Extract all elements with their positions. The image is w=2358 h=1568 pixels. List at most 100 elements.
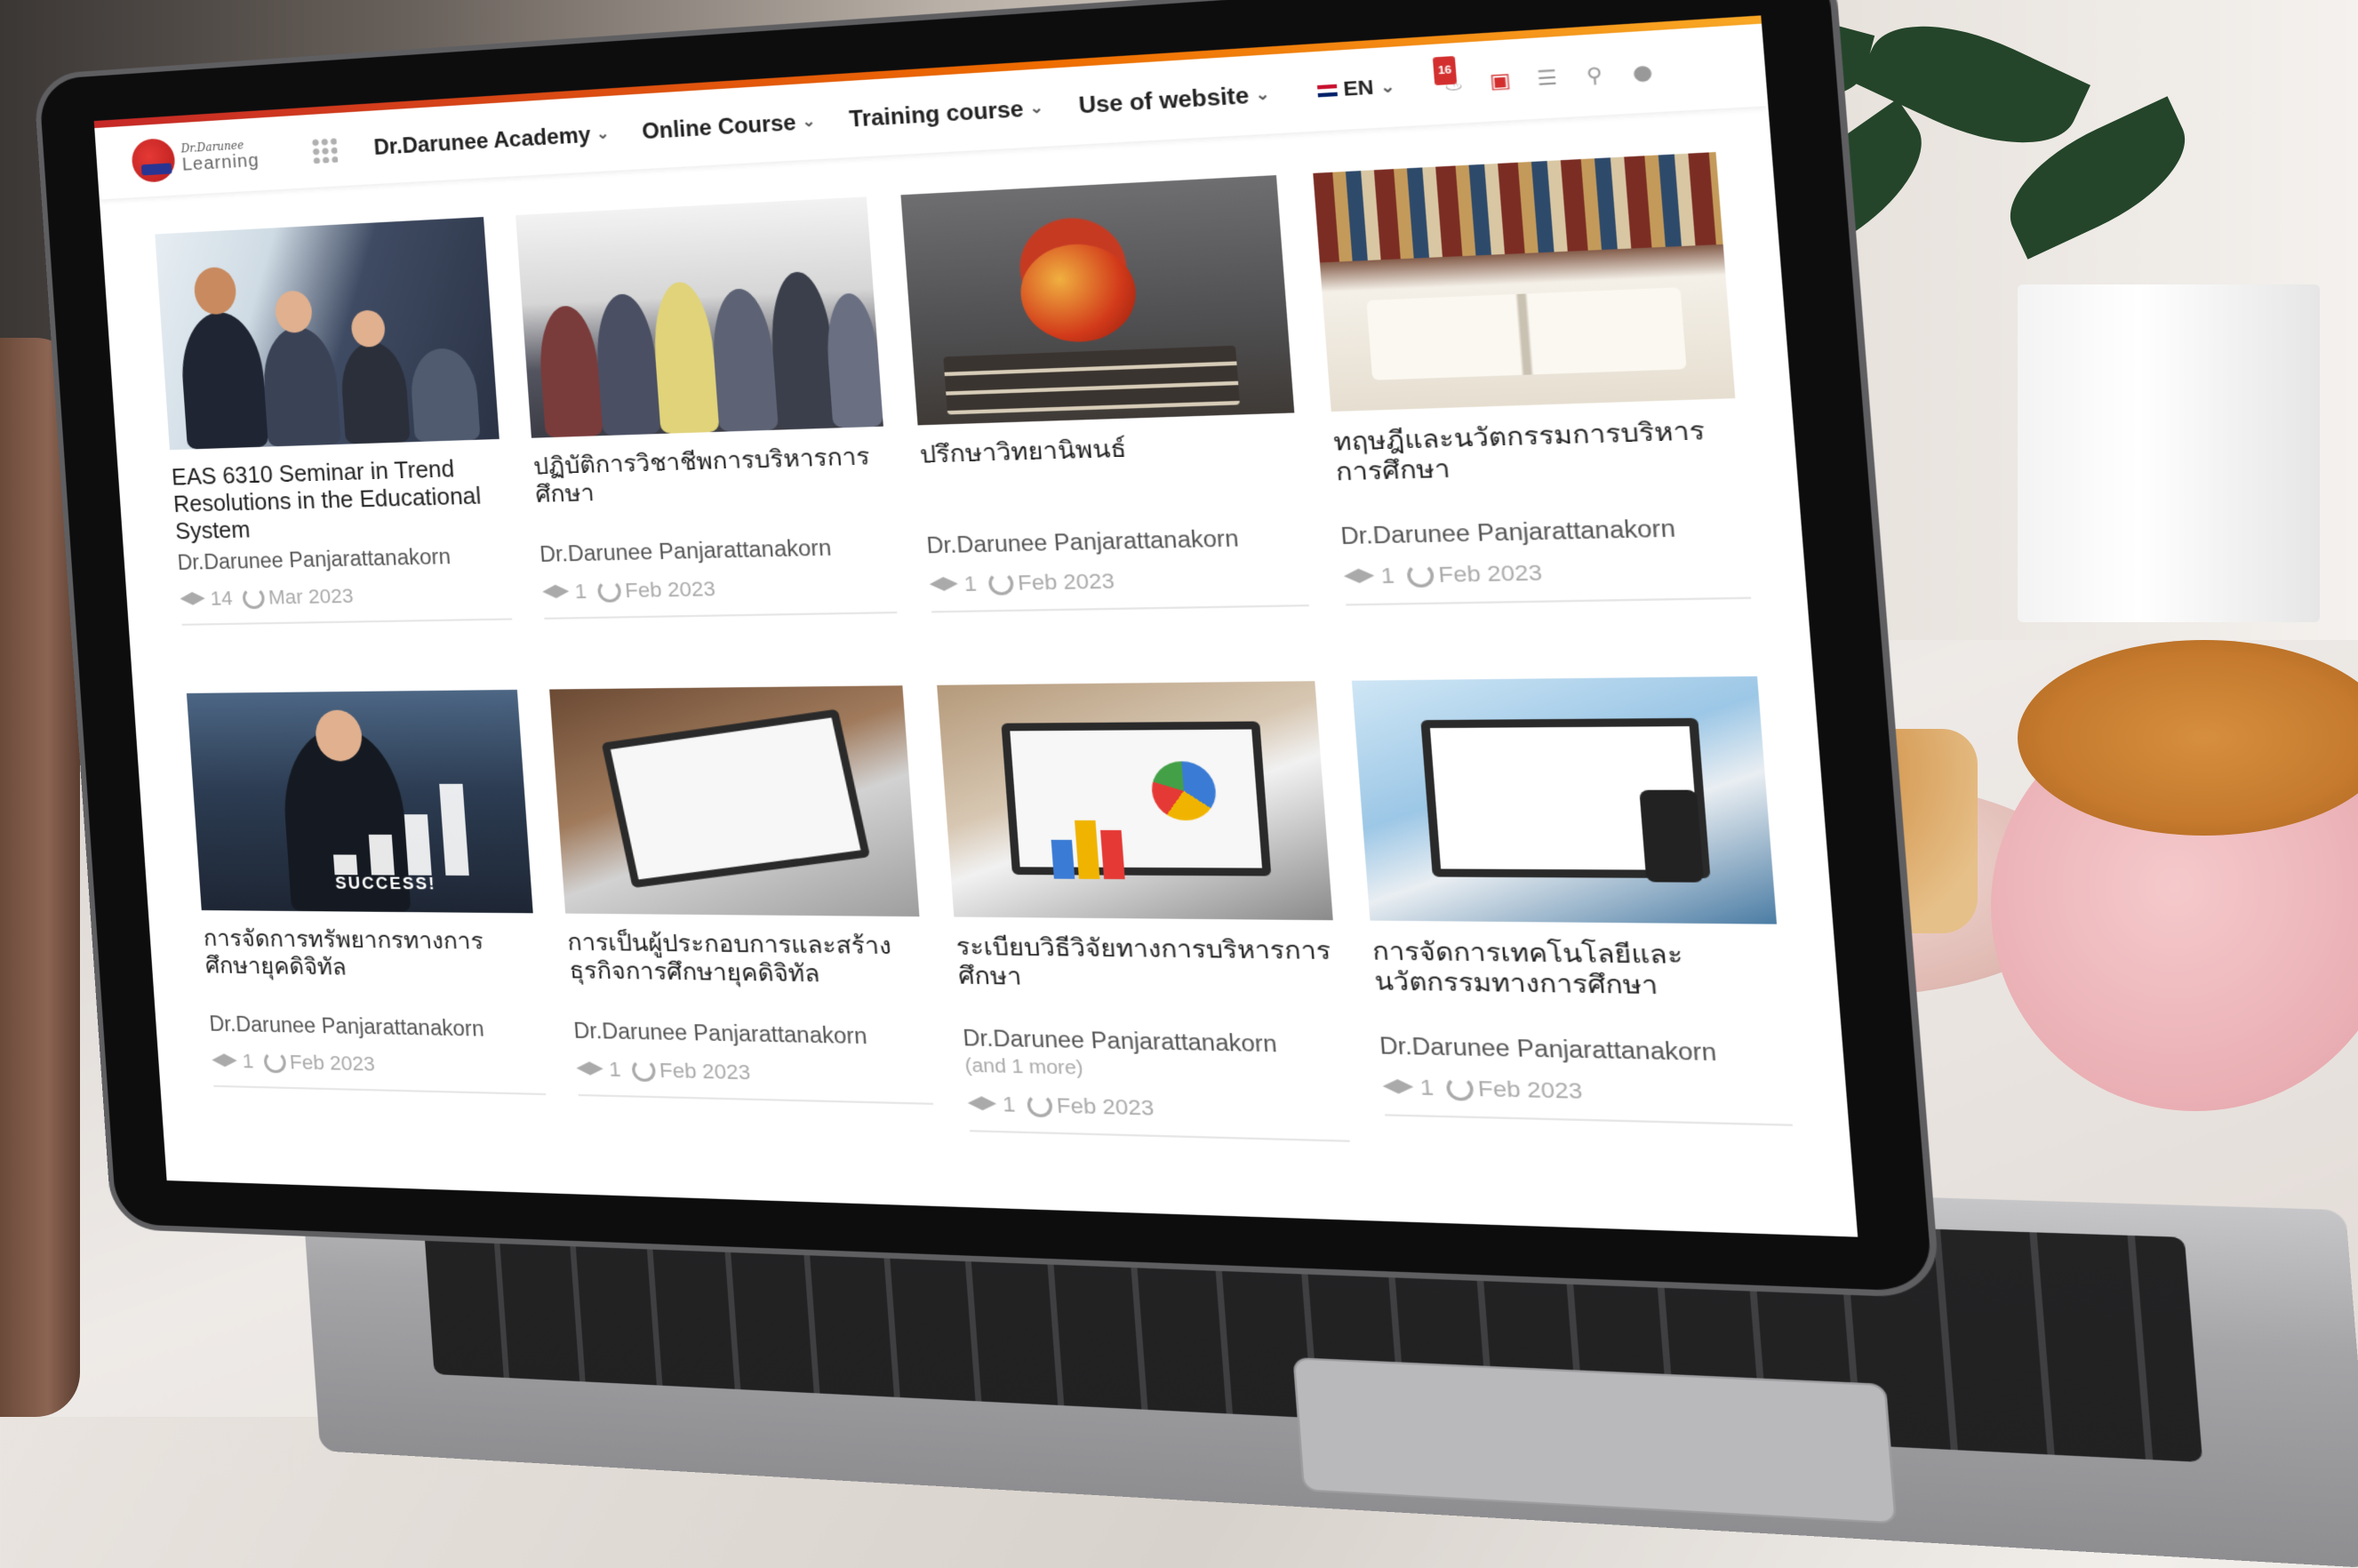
course-thumbnail-success[interactable]: SUCCESS! xyxy=(187,690,533,913)
course-card[interactable]: ระเบียบวิธีวิจัยทางการบริหารการศึกษา Dr.… xyxy=(937,681,1350,1150)
student-count: 1 xyxy=(574,580,588,604)
course-author[interactable]: Dr.Darunee Panjarattanakorn xyxy=(962,1025,1343,1059)
course-date: Feb 2023 xyxy=(659,1059,751,1085)
course-card[interactable]: การเป็นผู้ประกอบการและสร้างธุรกิจการศึกษ… xyxy=(549,685,936,1139)
graduation-cap-icon xyxy=(967,1096,997,1112)
chart-bar-image xyxy=(1100,830,1125,879)
more-authors[interactable]: (and 1 more) xyxy=(964,1055,1346,1086)
course-date: Feb 2023 xyxy=(1017,569,1115,596)
book-icon[interactable]: ▣ xyxy=(1484,67,1515,94)
search-icon[interactable]: ⚲ xyxy=(1579,60,1610,89)
open-book-image xyxy=(1366,287,1686,380)
person-figure xyxy=(650,281,719,434)
course-author[interactable]: Dr.Darunee Panjarattanakorn xyxy=(573,1019,930,1052)
student-count: 1 xyxy=(1002,1092,1016,1117)
person-figure xyxy=(709,287,779,431)
nav-item-online-course[interactable]: Online Course ⌄ xyxy=(641,108,816,144)
person-figure xyxy=(537,305,603,437)
course-title[interactable]: EAS 6310 Seminar in Trend Resolutions in… xyxy=(171,454,507,548)
nav-item-academy[interactable]: Dr.Darunee Academy ⌄ xyxy=(373,121,611,160)
chevron-down-icon: ⌄ xyxy=(1379,76,1395,97)
course-author[interactable]: Dr.Darunee Panjarattanakorn xyxy=(1379,1033,1788,1068)
books-stack-image xyxy=(943,346,1240,415)
website-screen: Dr.Darunee Learning Dr.Darunee Academy ⌄ … xyxy=(94,15,1858,1236)
person-figure xyxy=(179,310,268,449)
language-selector[interactable]: EN ⌄ xyxy=(1316,76,1395,103)
course-grid: EAS 6310 Seminar in Trend Resolutions in… xyxy=(155,152,1793,1162)
person-figure xyxy=(823,292,883,428)
student-count: 1 xyxy=(1380,563,1395,589)
course-title[interactable]: ปฏิบัติการวิชาชีพการบริหารการศึกษา xyxy=(532,442,891,539)
graduation-cap-icon xyxy=(576,1061,603,1077)
course-title[interactable]: ระเบียบวิธีวิจัยทางการบริหารการศึกษา xyxy=(955,932,1341,1028)
notification-badge: 16 xyxy=(1433,56,1458,85)
settings-icon[interactable]: ☰ xyxy=(1531,64,1563,92)
student-count: 1 xyxy=(1419,1075,1435,1101)
course-meta: 1 Feb 2023 xyxy=(212,1049,547,1095)
graduation-cap-icon xyxy=(542,585,570,600)
course-meta: 14 Mar 2023 xyxy=(180,581,513,626)
bell-icon[interactable]: ♨16 xyxy=(1438,69,1469,97)
course-card[interactable]: SUCCESS! การจัดการทรัพยากรทางการศึกษายุค… xyxy=(187,690,548,1128)
logo-bottom-text: Learning xyxy=(181,150,260,175)
course-meta: 1 Feb 2023 xyxy=(1382,1074,1793,1126)
nav-item-training-course[interactable]: Training course ⌄ xyxy=(848,94,1044,132)
user-icon[interactable]: ● xyxy=(1627,58,1659,86)
course-author[interactable]: Dr.Darunee Panjarattanakorn xyxy=(177,543,508,575)
student-count: 14 xyxy=(210,587,234,611)
course-author[interactable]: Dr.Darunee Panjarattanakorn xyxy=(1339,514,1747,550)
apple-image xyxy=(1018,242,1139,344)
course-date: Mar 2023 xyxy=(268,584,354,610)
site-logo[interactable]: Dr.Darunee Learning xyxy=(131,132,276,183)
phone-image xyxy=(1639,790,1704,883)
course-author[interactable]: Dr.Darunee Panjarattanakorn xyxy=(209,1012,542,1043)
course-thumbnail-team[interactable] xyxy=(516,196,883,437)
course-thumbnail-meeting[interactable] xyxy=(155,217,500,450)
logo-text: Dr.Darunee Learning xyxy=(180,138,260,176)
success-text: SUCCESS! xyxy=(335,874,437,893)
course-date: Feb 2023 xyxy=(289,1051,376,1076)
logo-globe-icon xyxy=(131,138,176,183)
course-date: Feb 2023 xyxy=(1437,560,1543,588)
course-title[interactable]: การจัดการเทคโนโลยีและนวัตกรรมทางการศึกษา xyxy=(1371,937,1786,1036)
person-head xyxy=(350,309,386,348)
student-count: 1 xyxy=(608,1058,621,1083)
person-figure xyxy=(260,325,341,446)
refresh-icon xyxy=(1027,1093,1053,1117)
course-thumbnail-charts-laptop[interactable] xyxy=(937,681,1333,920)
course-meta: 1 Feb 2023 xyxy=(541,573,897,620)
course-meta: 1 Feb 2023 xyxy=(576,1057,933,1105)
nav-item-use-of-website[interactable]: Use of website ⌄ xyxy=(1078,81,1271,119)
course-title[interactable]: การจัดการทรัพยากรทางการศึกษายุคดิจิทัล xyxy=(203,924,540,1013)
course-card[interactable]: ทฤษฎีและนวัตกรรมการบริหารการศึกษา Dr.Dar… xyxy=(1313,152,1754,641)
course-title[interactable]: ทฤษฎีและนวัตกรรมการบริหารการศึกษา xyxy=(1332,415,1744,519)
course-card[interactable]: การจัดการเทคโนโลยีและนวัตกรรมทางการศึกษา… xyxy=(1352,676,1795,1163)
laptop: Dr.Darunee Learning Dr.Darunee Academy ⌄ … xyxy=(36,0,2185,1547)
course-thumbnail-laptop-typing[interactable] xyxy=(549,685,919,916)
graduation-cap-icon xyxy=(180,592,205,607)
course-thumbnail-open-book[interactable] xyxy=(1313,152,1735,412)
person-head xyxy=(193,267,237,316)
chevron-down-icon: ⌄ xyxy=(801,112,816,132)
refresh-icon xyxy=(264,1051,287,1073)
graduation-cap-icon xyxy=(1382,1079,1414,1096)
course-thumbnail-apple-books[interactable] xyxy=(900,175,1294,425)
course-card[interactable]: EAS 6310 Seminar in Trend Resolutions in… xyxy=(155,217,515,657)
course-date: Feb 2023 xyxy=(1056,1093,1155,1121)
course-thumbnail-online-shopping[interactable] xyxy=(1352,676,1777,924)
course-author[interactable]: Dr.Darunee Panjarattanakorn xyxy=(925,524,1305,558)
course-card[interactable]: ปฏิบัติการวิชาชีพการบริหารการศึกษา Dr.Da… xyxy=(516,196,899,652)
course-author[interactable]: Dr.Darunee Panjarattanakorn xyxy=(539,534,893,568)
course-card[interactable]: ปรึกษาวิทยานิพนธ์ Dr.Darunee Panjarattan… xyxy=(900,175,1311,646)
course-date: Feb 2023 xyxy=(1477,1076,1584,1104)
student-count: 1 xyxy=(963,572,978,597)
refresh-icon xyxy=(988,572,1015,596)
apps-grid-icon[interactable] xyxy=(311,137,339,164)
nav-item-label: Dr.Darunee Academy xyxy=(373,122,592,160)
course-title[interactable]: ปรึกษาวิทยานิพนธ์ xyxy=(919,428,1303,529)
course-meta: 1 Feb 2023 xyxy=(929,564,1309,612)
chart-bar-image xyxy=(1075,820,1099,879)
chevron-down-icon: ⌄ xyxy=(1029,98,1044,118)
course-title[interactable]: การเป็นผู้ประกอบการและสร้างธุรกิจการศึกษ… xyxy=(566,928,927,1020)
refresh-icon xyxy=(632,1059,657,1082)
